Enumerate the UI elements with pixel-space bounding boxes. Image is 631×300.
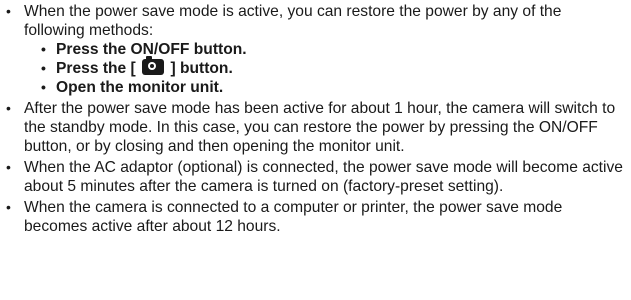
bullet-dot: • [6, 199, 11, 215]
method-text: Open the monitor unit. [56, 79, 224, 96]
restore-methods-list: • Press the ON/OFF button. • Press the [… [24, 40, 626, 97]
note-text: When the camera is connected to a comput… [24, 199, 563, 235]
note-ac-adaptor: • When the AC adaptor (optional) is conn… [4, 158, 626, 196]
method-text-prefix: Press the [ [56, 60, 136, 77]
method-text-suffix: ] button. [170, 60, 233, 77]
bullet-dot: • [6, 3, 11, 19]
bullet-dot: • [41, 79, 46, 95]
method-item-open-monitor: • Open the monitor unit. [24, 78, 626, 97]
note-power-save-restore: • When the power save mode is active, yo… [4, 2, 626, 97]
method-item-shooting-button: • Press the [ ] button. [24, 56, 626, 78]
note-text: When the power save mode is active, you … [24, 3, 562, 39]
camera-icon [142, 56, 165, 75]
note-computer-connection: • When the camera is connected to a comp… [4, 198, 626, 236]
note-standby-mode: • After the power save mode has been act… [4, 99, 626, 156]
bullet-dot: • [6, 159, 11, 175]
note-text: When the AC adaptor (optional) is connec… [24, 159, 623, 195]
method-item-onoff: • Press the ON/OFF button. [24, 40, 626, 59]
bullet-dot: • [41, 60, 46, 76]
note-text: After the power save mode has been activ… [24, 100, 616, 155]
manual-page: • When the power save mode is active, yo… [4, 2, 626, 238]
bullet-dot: • [6, 100, 11, 116]
bullet-dot: • [41, 41, 46, 57]
